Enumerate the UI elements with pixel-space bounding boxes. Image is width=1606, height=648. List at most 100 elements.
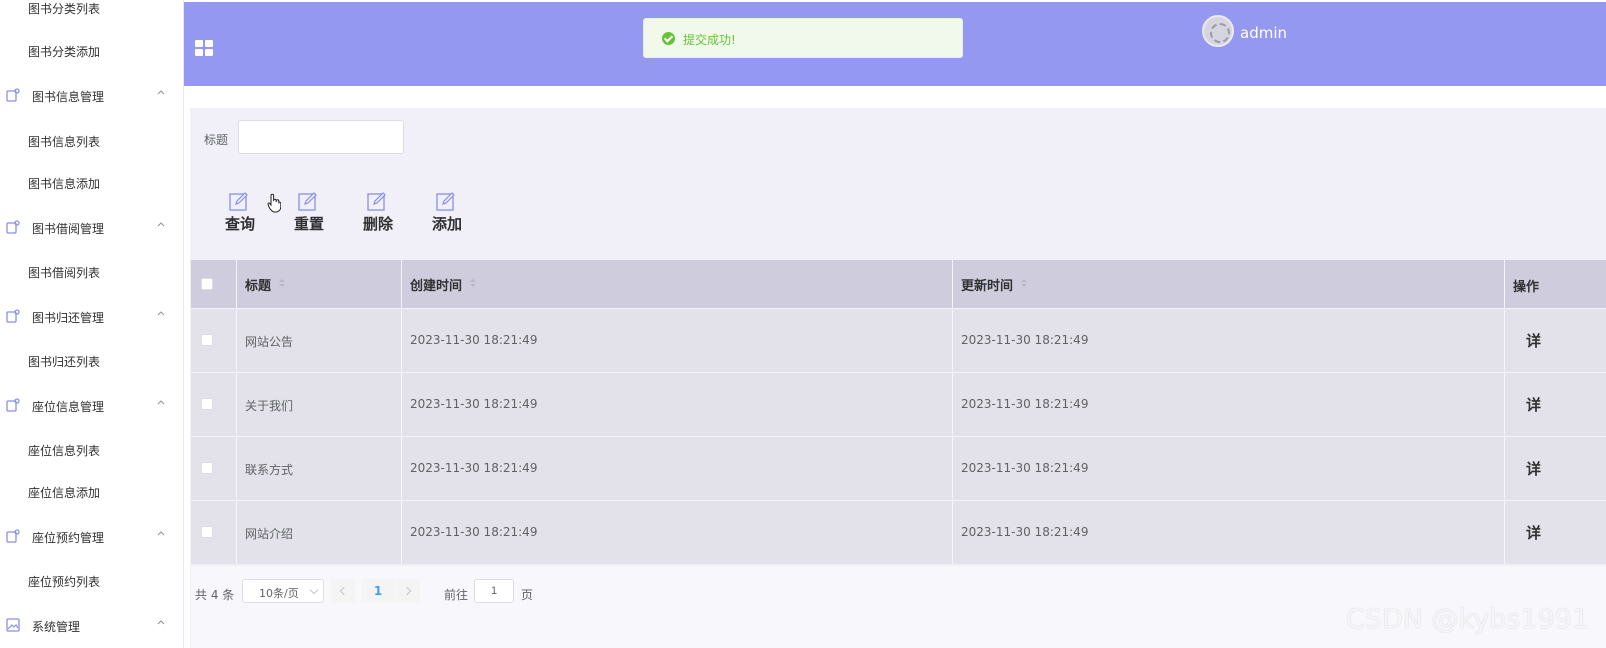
cell-updated: 2023-11-30 18:21:49 xyxy=(961,397,1089,411)
sidebar-group-book-borrow[interactable]: 图书借阅管理 xyxy=(0,216,183,240)
sidebar-item-book-info-list[interactable]: 图书信息列表 xyxy=(28,133,100,150)
column-header-updated[interactable]: 更新时间 xyxy=(961,275,1013,294)
sidebar-group-label: 系统管理 xyxy=(32,620,81,634)
row-checkbox[interactable] xyxy=(201,526,213,538)
cell-title: 联系方式 xyxy=(245,463,294,477)
detail-button[interactable]: 详 xyxy=(1526,522,1541,543)
sidebar-item-seat-info-list[interactable]: 座位信息列表 xyxy=(28,442,100,459)
select-all-checkbox[interactable] xyxy=(201,278,213,290)
edit-icon xyxy=(436,192,455,211)
chevron-up-icon xyxy=(157,311,165,316)
sort-icon[interactable] xyxy=(1021,279,1027,289)
row-checkbox[interactable] xyxy=(201,462,213,474)
sidebar-group-label: 座位预约管理 xyxy=(32,531,105,545)
top-header: 提交成功! admin xyxy=(184,2,1606,86)
sidebar-item-seat-info-add[interactable]: 座位信息添加 xyxy=(28,484,100,501)
edit-icon xyxy=(367,192,386,211)
goto-page-input[interactable] xyxy=(474,579,514,603)
data-table: 标题 创建时间 更新时间 操作 网站公告 2023-11-30 18:21:49… xyxy=(191,260,1606,566)
table-row: 关于我们 2023-11-30 18:21:49 2023-11-30 18:2… xyxy=(191,372,1606,436)
success-check-icon xyxy=(662,32,675,45)
toast-message: 提交成功! xyxy=(683,33,736,47)
cell-created: 2023-11-30 18:21:49 xyxy=(410,461,538,475)
sidebar-group-seat-info[interactable]: 座位信息管理 xyxy=(0,394,183,418)
edit-icon xyxy=(298,192,317,211)
sidebar-item-book-category-list[interactable]: 图书分类列表 xyxy=(28,0,100,17)
category-icon xyxy=(6,398,20,412)
sidebar-group-label: 图书借阅管理 xyxy=(32,222,105,236)
edit-icon xyxy=(229,192,248,211)
delete-button[interactable]: 删除 xyxy=(354,191,402,237)
sidebar-group-seat-reservation[interactable]: 座位预约管理 xyxy=(0,525,183,549)
cell-title: 关于我们 xyxy=(245,399,294,413)
category-icon xyxy=(6,220,20,234)
sidebar: 图书分类列表 图书分类添加 图书信息管理 图书信息列表 图书信息添加 图书借阅管… xyxy=(0,0,184,648)
column-header-action: 操作 xyxy=(1513,280,1540,295)
table-row: 联系方式 2023-11-30 18:21:49 2023-11-30 18:2… xyxy=(191,436,1606,500)
hand-cursor-icon xyxy=(267,193,281,213)
username[interactable]: admin xyxy=(1240,24,1287,42)
sidebar-group-label: 图书信息管理 xyxy=(32,90,105,104)
page-number-current[interactable]: 1 xyxy=(361,579,395,603)
chevron-up-icon xyxy=(157,400,165,405)
cell-updated: 2023-11-30 18:21:49 xyxy=(961,461,1089,475)
cell-created: 2023-11-30 18:21:49 xyxy=(410,397,538,411)
avatar[interactable] xyxy=(1202,15,1234,47)
sidebar-item-book-info-add[interactable]: 图书信息添加 xyxy=(28,175,100,192)
detail-button[interactable]: 详 xyxy=(1526,330,1541,351)
detail-button[interactable]: 详 xyxy=(1526,394,1541,415)
cell-created: 2023-11-30 18:21:49 xyxy=(410,525,538,539)
cell-updated: 2023-11-30 18:21:49 xyxy=(961,333,1089,347)
cell-created: 2023-11-30 18:21:49 xyxy=(410,333,538,347)
page-suffix: 页 xyxy=(521,588,534,602)
chevron-down-icon xyxy=(309,585,319,595)
sidebar-item-seat-reservation-list[interactable]: 座位预约列表 xyxy=(28,573,100,590)
next-page-button[interactable] xyxy=(396,579,420,603)
sidebar-item-book-return-list[interactable]: 图书归还列表 xyxy=(28,353,100,370)
reset-button[interactable]: 重置 xyxy=(285,191,333,237)
image-icon xyxy=(6,618,20,632)
table-row: 网站介绍 2023-11-30 18:21:49 2023-11-30 18:2… xyxy=(191,500,1606,564)
page-size-select[interactable]: 10条/页 xyxy=(242,579,324,603)
watermark: CSDN @kybs1991 xyxy=(1346,604,1590,635)
sidebar-item-book-borrow-list[interactable]: 图书借阅列表 xyxy=(28,264,100,281)
sidebar-group-label: 座位信息管理 xyxy=(32,400,105,414)
cell-title: 网站公告 xyxy=(245,335,294,349)
cell-updated: 2023-11-30 18:21:49 xyxy=(961,525,1089,539)
detail-button[interactable]: 详 xyxy=(1526,458,1541,479)
sidebar-group-book-return[interactable]: 图书归还管理 xyxy=(0,305,183,329)
sidebar-item-book-category-add[interactable]: 图书分类添加 xyxy=(28,43,100,60)
sort-icon[interactable] xyxy=(470,279,476,289)
row-checkbox[interactable] xyxy=(201,334,213,346)
category-icon xyxy=(6,88,20,102)
search-label: 标题 xyxy=(204,133,229,147)
success-toast: 提交成功! xyxy=(643,18,963,58)
sort-icon[interactable] xyxy=(279,279,285,289)
add-button[interactable]: 添加 xyxy=(423,191,471,237)
title-search-input[interactable] xyxy=(238,120,404,154)
chevron-up-icon xyxy=(157,620,165,625)
delete-label: 删除 xyxy=(362,215,393,233)
reset-label: 重置 xyxy=(293,215,324,233)
chevron-up-icon xyxy=(157,90,165,95)
column-header-created[interactable]: 创建时间 xyxy=(410,275,462,294)
table-row: 网站公告 2023-11-30 18:21:49 2023-11-30 18:2… xyxy=(191,308,1606,372)
goto-label: 前往 xyxy=(444,588,469,602)
row-checkbox[interactable] xyxy=(201,398,213,410)
sidebar-group-book-info[interactable]: 图书信息管理 xyxy=(0,84,183,108)
total-count: 共 4 条 xyxy=(195,588,235,602)
grid-menu-icon[interactable] xyxy=(195,40,215,58)
page-size-value: 10条/页 xyxy=(259,587,299,600)
query-button[interactable]: 查询 xyxy=(216,191,264,237)
sidebar-group-label: 图书归还管理 xyxy=(32,311,105,325)
sidebar-group-system[interactable]: 系统管理 xyxy=(0,614,183,638)
query-label: 查询 xyxy=(224,215,255,233)
table-header: 标题 创建时间 更新时间 操作 xyxy=(191,260,1606,308)
column-header-title[interactable]: 标题 xyxy=(245,275,271,294)
prev-page-button[interactable] xyxy=(331,579,355,603)
chevron-up-icon xyxy=(157,222,165,227)
cell-title: 网站介绍 xyxy=(245,527,294,541)
category-icon xyxy=(6,309,20,323)
add-label: 添加 xyxy=(431,215,462,233)
category-icon xyxy=(6,529,20,543)
